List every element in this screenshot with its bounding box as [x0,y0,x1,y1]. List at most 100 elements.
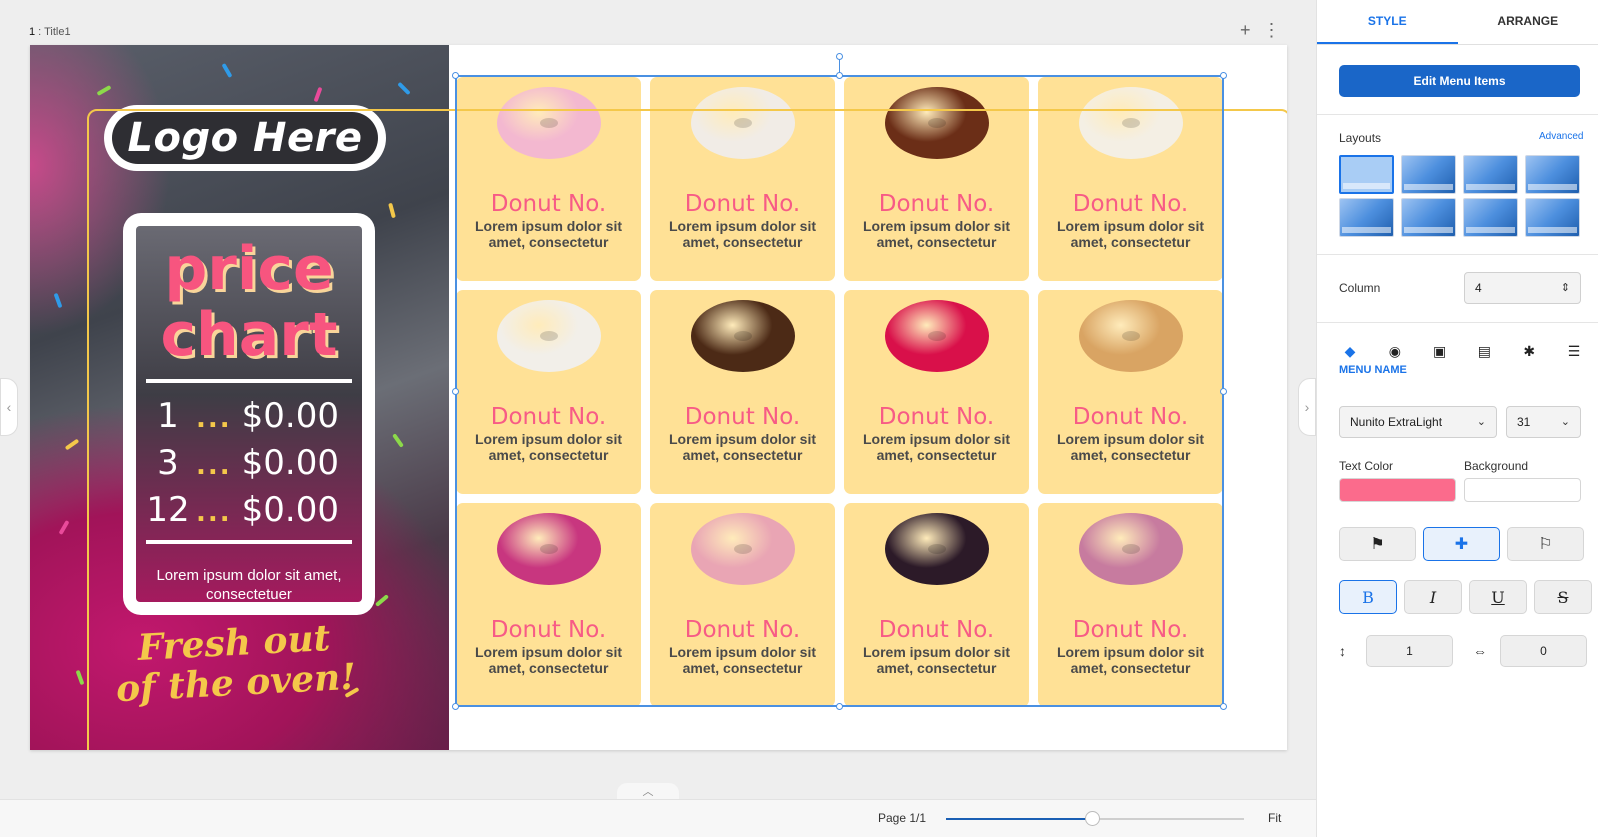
more-vertical-icon[interactable]: ⋮ [1263,20,1281,40]
next-page-arrow[interactable]: › [1298,378,1316,436]
price-qty: 3 [157,443,179,483]
menu-item-card[interactable]: Donut No. Lorem ipsum dolor sit amet, con… [650,77,835,281]
prev-page-arrow[interactable]: ‹ [0,378,18,436]
collapse-panel-button[interactable]: ︿ [617,783,679,800]
menu-item-description: Lorem ipsum dolor sit amet, consectetur [668,644,816,676]
donut-image [884,87,989,159]
letter-spacing-input[interactable]: 0 [1500,635,1587,667]
tag-icon[interactable]: ◆ [1339,340,1361,362]
plus-icon[interactable]: + [1240,20,1251,40]
italic-icon: I [1429,587,1437,607]
menu-item-card[interactable]: Donut No. Lorem ipsum dolor sit amet, con… [650,290,835,494]
donut-image [690,300,795,372]
layout-option[interactable] [1401,198,1456,237]
price-chart-card[interactable]: price chart 1 ... $0.00 3 ... $0.00 12 .… [123,213,375,615]
menu-item-name: Donut No. [490,617,607,643]
layout-option[interactable] [1401,155,1456,194]
strikethrough-button[interactable]: S [1534,580,1592,614]
tab-arrange[interactable]: ARRANGE [1458,0,1598,44]
tagline[interactable]: Fresh out of the oven! [88,615,382,710]
donut-image [496,513,601,585]
donut-image [496,87,601,159]
layout-option[interactable] [1463,198,1518,237]
align-left-button[interactable]: ⚑ [1339,527,1416,561]
layout-option[interactable] [1463,155,1518,194]
resize-handle-left[interactable] [452,388,459,395]
donut-hole [539,544,558,554]
slide[interactable]: Logo Here price chart 1 ... $0.00 3 ... [30,45,1287,750]
align-center-button[interactable]: ✚ [1423,527,1500,561]
underline-button[interactable]: U [1469,580,1527,614]
sprinkle-decoration [313,86,323,103]
menu-item-card[interactable]: Donut No. Lorem ipsum dolor sit amet, con… [650,503,835,707]
donut-image [496,300,601,372]
font-family-select[interactable]: Nunito ExtraLight ⌄ [1339,406,1497,438]
resize-handle-top-left[interactable] [452,72,459,79]
price-title-line1: price [164,234,334,304]
divider [1317,254,1598,255]
menu-grid[interactable]: Donut No. Lorem ipsum dolor sit amet, con… [456,77,1224,707]
layout-option[interactable] [1339,155,1394,194]
menu-item-card[interactable]: Donut No. Lorem ipsum dolor sit amet, con… [844,77,1029,281]
tab-style[interactable]: STYLE [1317,0,1458,44]
palette-icon[interactable]: ◉ [1384,340,1406,362]
text-color-swatch[interactable] [1339,478,1456,502]
resize-handle-top[interactable] [836,72,843,79]
resize-handle-bottom-right[interactable] [1220,703,1227,710]
properties-panel: STYLE ARRANGE Edit Menu Items Layouts Ad… [1316,0,1598,837]
menu-item-card[interactable]: Donut No. Lorem ipsum dolor sit amet, con… [456,77,641,281]
rotate-handle[interactable] [836,53,843,60]
menu-item-name: Donut No. [684,191,801,217]
layout-option[interactable] [1525,155,1580,194]
menu-item-card[interactable]: Donut No. Lorem ipsum dolor sit amet, con… [844,503,1029,707]
list-icon[interactable]: ☰ [1563,340,1585,362]
font-size-value: 31 [1517,415,1531,429]
sprinkle-decoration [96,85,112,96]
advanced-link[interactable]: Advanced [1539,131,1583,142]
menu-item-description: Lorem ipsum dolor sit amet, consectetur [862,431,1010,463]
page-label-number: 1 [29,26,36,38]
logo-placeholder[interactable]: Logo Here [104,105,386,171]
layout-option[interactable] [1525,198,1580,237]
letter-spacing-icon: ⇔ [1473,643,1487,659]
layout-option[interactable] [1339,198,1394,237]
menu-item-card[interactable]: Donut No. Lorem ipsum dolor sit amet, con… [456,503,641,707]
menu-item-card[interactable]: Donut No. Lorem ipsum dolor sit amet, con… [456,290,641,494]
image-icon[interactable]: ▣ [1429,340,1451,362]
font-size-select[interactable]: 31 ⌄ [1506,406,1581,438]
panel-tabs: STYLE ARRANGE [1317,0,1598,45]
line-spacing-input[interactable]: 1 [1366,635,1453,667]
align-right-icon: ⚐ [1538,536,1553,553]
resize-handle-top-right[interactable] [1220,72,1227,79]
zoom-slider-handle[interactable] [1085,811,1101,826]
layout-grid [1339,155,1580,237]
edit-menu-items-button[interactable]: Edit Menu Items [1339,65,1580,97]
sparkle-icon[interactable]: ✱ [1518,340,1540,362]
resize-handle-bottom-left[interactable] [452,703,459,710]
column-stepper[interactable]: 4 ⇕ [1464,272,1581,304]
menu-item-card[interactable]: Donut No. Lorem ipsum dolor sit amet, con… [1038,77,1223,281]
menu-item-card[interactable]: Donut No. Lorem ipsum dolor sit amet, con… [1038,503,1223,707]
italic-button[interactable]: I [1404,580,1462,614]
donut-hole [539,331,558,341]
align-right-button[interactable]: ⚐ [1507,527,1584,561]
donut-hole [927,118,946,128]
menu-item-card[interactable]: Donut No. Lorem ipsum dolor sit amet, con… [1038,290,1223,494]
menu-item-name: Donut No. [1072,617,1189,643]
sprinkle-decoration [397,81,411,96]
alignment-row: ⚑ ✚ ⚐ [1339,527,1584,561]
menu-item-description: Lorem ipsum dolor sit amet, consectetur [1056,218,1204,250]
sprinkle-decoration [64,438,80,451]
canvas-area: 1 : Title1 + ⋮ Logo Here price chart 1 .… [0,0,1316,837]
background-color-swatch[interactable] [1464,478,1581,502]
zoom-slider[interactable] [946,811,1244,826]
active-element-label: MENU NAME [1339,364,1407,376]
menu-item-card[interactable]: Donut No. Lorem ipsum dolor sit amet, con… [844,290,1029,494]
resize-handle-bottom[interactable] [836,703,843,710]
bold-button[interactable]: B [1339,580,1397,614]
image-text-icon[interactable]: ▤ [1473,340,1495,362]
resize-handle-right[interactable] [1220,388,1227,395]
fit-button[interactable]: Fit [1268,811,1281,825]
menu-item-description: Lorem ipsum dolor sit amet, consectetur [474,218,622,250]
page-count: Page 1/1 [878,811,927,825]
